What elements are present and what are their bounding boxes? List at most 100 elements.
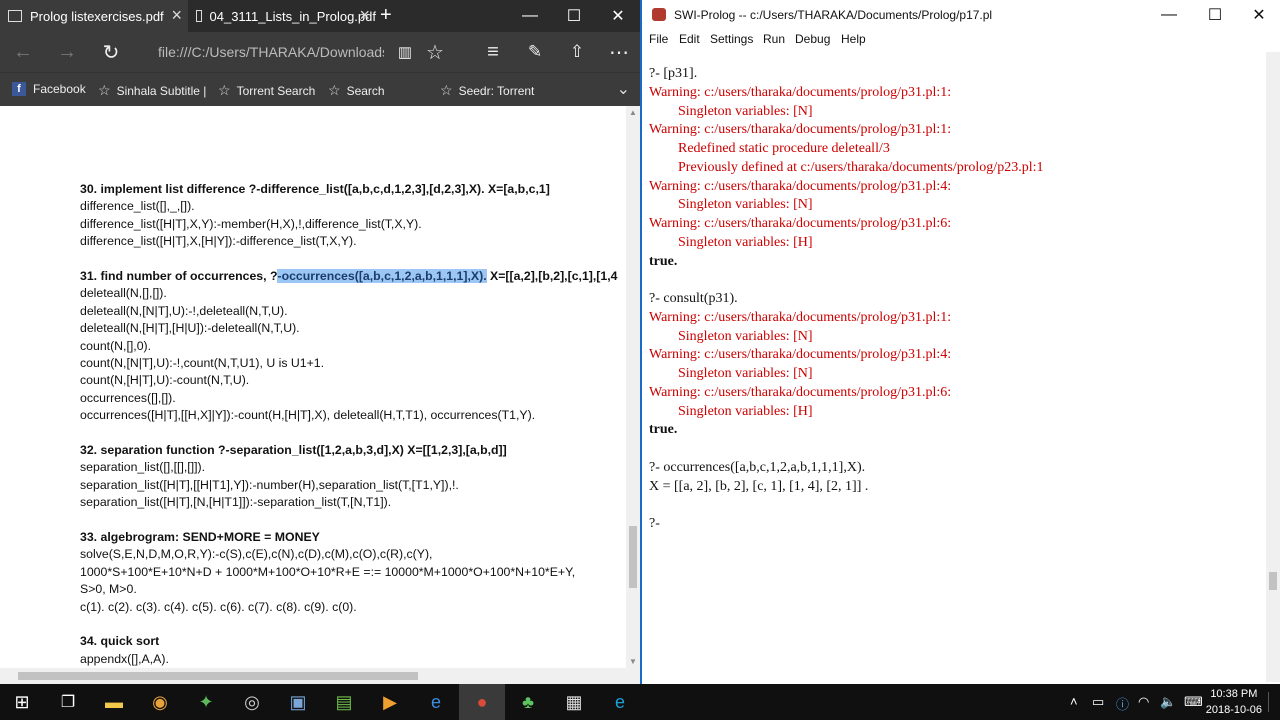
document-line: c(1). c(2). c(3). c(4). c(5). c(6). c(7)… [80,599,357,614]
console-line: ?- [649,516,660,531]
clock-time: 10:38 PM [1210,688,1258,700]
file-explorer-icon[interactable]: ▬ [100,688,128,716]
minimize-button[interactable]: — [1146,0,1192,30]
menu-file[interactable]: File [649,32,668,46]
share-icon[interactable]: ⇧ [562,38,592,66]
star-icon: ☆ [328,82,341,98]
close-button[interactable]: ✕ [596,0,640,32]
favorite-torrent-search[interactable]: ☆ Torrent Search [218,82,315,99]
prolog-console[interactable]: ?- [p31]. Warning: c:/users/tharaka/docum… [642,52,1266,666]
app-icon[interactable]: ▣ [284,688,312,716]
star-icon: ☆ [218,82,231,98]
app-icon[interactable]: ▦ [560,688,588,716]
console-warning-line: Warning: c:/users/tharaka/documents/prol… [649,122,952,138]
document-line: count(N,[H|T],U):-count(N,T,U). [80,373,250,388]
document-line: occurrences([H|T],[[H,X]|Y]):-count(H,[H… [80,408,536,423]
refresh-icon[interactable]: ↻ [96,38,126,66]
close-icon[interactable]: × [359,6,370,24]
tab-lists-in-prolog[interactable]: 04_3111_Lists_in_Prolog.pdf × [188,0,376,32]
console-warning-line: Warning: c:/users/tharaka/documents/prol… [649,347,952,363]
chrome-icon[interactable]: ◉ [146,688,174,716]
maximize-button[interactable]: ☐ [552,0,596,32]
keyboard-icon[interactable]: ⌨ [1184,694,1203,710]
maximize-button[interactable]: ☐ [1192,0,1238,30]
reading-view-icon[interactable]: ▥ [390,38,420,66]
hub-menu-icon[interactable]: ≡ [478,38,508,66]
info-icon[interactable]: ⓘ [1116,694,1129,713]
edge-icon[interactable]: e [422,688,450,716]
document-line: separation_list([H|T],[[H|T1],Y]):-numbe… [80,477,459,492]
star-icon: ☆ [98,82,111,98]
window-title: SWI-Prolog -- c:/Users/THARAKA/Documents… [674,8,993,22]
show-desktop-button[interactable] [1268,692,1280,712]
address-bar[interactable]: file:///C:/Users/THARAKA/Downloads/Dc [158,40,384,64]
document-heading: 31. find number of occurrences, ?-occurr… [80,269,617,283]
document-line: difference_list([H|T],X,[H|Y]):-differen… [80,234,357,249]
notepad-icon[interactable]: ▤ [330,688,358,716]
document-heading: 30. implement list difference ?-differen… [80,182,550,196]
favorite-sinhala-subtitle[interactable]: ☆ Sinhala Subtitle | [98,82,206,99]
new-tab-button[interactable]: + [380,4,392,27]
close-button[interactable]: ✕ [1236,0,1280,30]
swi-prolog-owl-icon[interactable]: ● [468,688,496,716]
menu-edit[interactable]: Edit [679,32,700,46]
favorite-search[interactable]: ☆ Search [328,82,385,99]
scrollbar-thumb[interactable] [629,526,637,588]
minimize-button[interactable]: — [508,0,552,32]
windows-start-icon[interactable]: ⊞ [8,688,36,716]
document-line: deleteall(N,[N|T],U):-!,deleteall(N,T,U)… [80,303,288,318]
system-clock[interactable]: 10:38 PM 2018-10-06 [1206,686,1262,718]
forward-arrow-icon[interactable]: → [52,38,82,66]
document-line: S>0, M>0. [80,582,137,597]
heading-text: 31. find number of occurrences, ? [80,269,278,283]
document-line: solve(S,E,N,D,M,O,R,Y):-c(S),c(E),c(N),c… [80,547,433,562]
chevron-up-icon[interactable]: ˄ [1070,694,1078,709]
media-player-icon[interactable]: ▶ [376,688,404,716]
selected-text[interactable]: -occurrences([a,b,c,1,2,a,b,1,1,1],X). [277,269,487,283]
volume-icon[interactable]: 🔈 [1160,694,1176,710]
tab-title: Prolog listexercises.pdf [30,8,164,24]
battery-icon[interactable]: ▭ [1092,694,1104,710]
web-note-icon[interactable]: ✎ [520,38,550,66]
scrollbar-thumb[interactable] [18,672,418,680]
vertical-scrollbar[interactable]: ▲ ▼ [626,106,640,668]
tab-prolog-listexercises[interactable]: Prolog listexercises.pdf × [0,0,188,32]
scroll-up-arrow-icon[interactable]: ▲ [629,108,637,117]
app-icon[interactable]: e [606,688,634,716]
clock-date: 2018-10-06 [1205,704,1262,716]
horizontal-scrollbar[interactable] [0,668,640,684]
task-view-icon[interactable]: ❐ [54,688,82,716]
more-options-icon[interactable]: ⋯ [604,38,634,66]
menu-debug[interactable]: Debug [795,32,830,46]
scrollbar-thumb[interactable] [1269,572,1277,590]
wifi-icon[interactable]: ◠ [1138,694,1149,710]
menu-bar: File Edit Settings Run Debug Help [642,30,1280,50]
favorite-facebook[interactable]: f Facebook [12,82,86,96]
app-icon[interactable]: ♣ [514,688,542,716]
menu-run[interactable]: Run [763,32,785,46]
scroll-down-arrow-icon[interactable]: ▼ [629,657,637,666]
console-line: ?- consult(p31). [649,291,738,306]
console-line: true. [649,422,678,438]
console-warning-line: Singleton variables: [N] [678,103,813,119]
app-icon[interactable]: ✦ [192,688,220,716]
vertical-scrollbar[interactable] [1266,52,1280,682]
console-warning-line: Singleton variables: [N] [678,366,813,381]
chevron-down-icon[interactable]: ⌄ [617,79,630,99]
document-heading: 32. separation function ?-separation_lis… [80,443,507,457]
console-warning-line: Warning: c:/users/tharaka/documents/prol… [649,216,952,231]
close-icon[interactable]: × [171,6,182,24]
heading-text: X=[[a,2],[b,2],[c,1],[1,4 [486,269,618,283]
app-icon[interactable]: ◎ [238,688,266,716]
console-warning-line: Warning: c:/users/tharaka/documents/prol… [649,309,952,325]
menu-settings[interactable]: Settings [710,32,753,46]
document-line: difference_list([H|T],X,Y):-member(H,X),… [80,216,422,231]
document-line: appendx([],A,A). [80,651,169,666]
back-arrow-icon[interactable]: ← [8,38,38,66]
favorite-star-icon[interactable]: ☆ [420,38,450,66]
menu-help[interactable]: Help [841,32,866,46]
console-warning-line: Singleton variables: [H] [678,234,813,250]
tab-bar: Prolog listexercises.pdf × 04_3111_Lists… [0,0,640,32]
document-line: deleteall(N,[],[]). [80,286,167,301]
favorite-seedr-torrent[interactable]: ☆ Seedr: Torrent [440,82,534,99]
